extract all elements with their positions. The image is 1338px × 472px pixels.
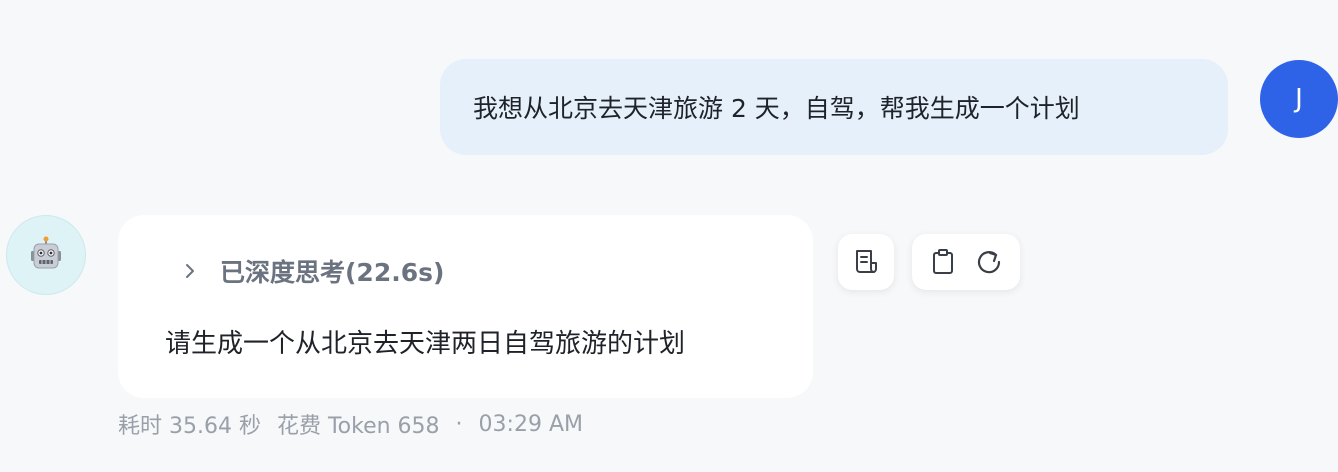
chevron-right-icon <box>186 264 194 278</box>
thinking-toggle[interactable]: 已深度思考(22.6s) <box>184 253 444 289</box>
user-avatar-initial: J <box>1295 84 1303 114</box>
bot-message-bubble: 已深度思考(22.6s) 请生成一个从北京去天津两日自驾旅游的计划 <box>118 215 813 398</box>
meta-separator: · <box>455 411 463 437</box>
user-message-bubble: 我想从北京去天津旅游 2 天，自驾，帮我生成一个计划 <box>440 59 1228 155</box>
view-document-button[interactable] <box>838 234 894 290</box>
user-message-text: 我想从北京去天津旅游 2 天，自驾，帮我生成一个计划 <box>473 94 1080 123</box>
token-cost: 花费 Token 658 <box>276 414 440 439</box>
bot-avatar <box>6 215 86 295</box>
chat-view: 我想从北京去天津旅游 2 天，自驾，帮我生成一个计划 J 已深度思考(22.6s… <box>0 0 1338 472</box>
message-meta: 耗时 35.64 秒 花费 Token 658 · 03:29 AM <box>118 408 583 440</box>
user-avatar[interactable]: J <box>1260 60 1338 138</box>
robot-icon <box>31 236 61 269</box>
elapsed-time: 耗时 35.64 秒 <box>118 414 261 439</box>
action-group <box>912 234 1020 290</box>
bot-message-text: 请生成一个从北京去天津两日自驾旅游的计划 <box>165 329 686 359</box>
copy-button[interactable] <box>926 245 960 279</box>
refresh-icon <box>977 251 1001 274</box>
clipboard-icon <box>933 249 953 274</box>
regenerate-button[interactable] <box>972 245 1006 279</box>
thinking-label: 已深度思考(22.6s) <box>220 258 445 287</box>
message-timestamp: 03:29 AM <box>478 411 583 437</box>
document-icon <box>849 245 883 279</box>
